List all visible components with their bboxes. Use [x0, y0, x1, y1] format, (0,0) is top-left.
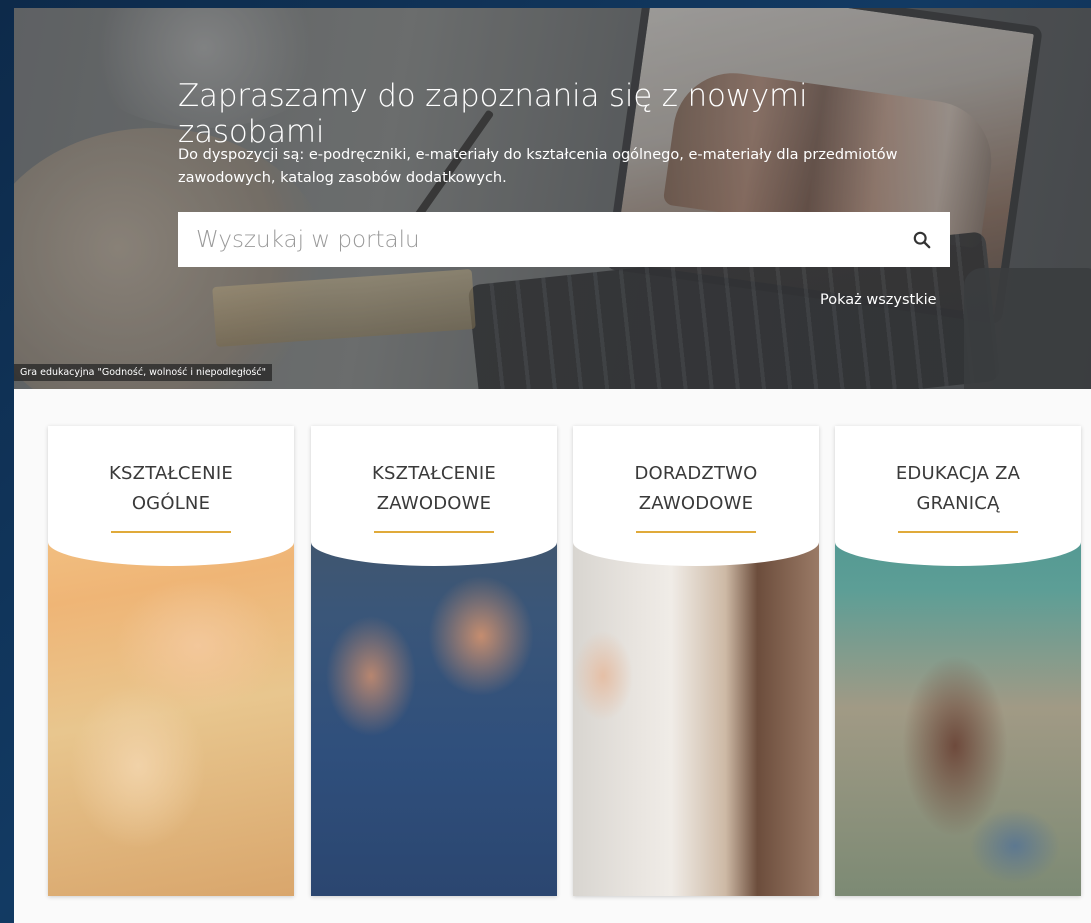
search-button[interactable] — [894, 212, 950, 267]
hero-subtitle: Do dyspozycji są: e-podręczniki, e-mater… — [178, 147, 898, 186]
card-education-abroad[interactable]: EDUKACJA ZA GRANICĄ — [835, 426, 1081, 896]
card-accent-line — [898, 531, 1018, 533]
card-title: EDUKACJA ZA GRANICĄ — [895, 463, 1021, 514]
hero-title: Zapraszamy do zapoznania się z nowymi za… — [178, 78, 808, 150]
card-career-counseling[interactable]: DORADZTWO ZAWODOWE — [573, 426, 819, 896]
search-box — [178, 212, 950, 267]
card-title: KSZTAŁCENIE OGÓLNE — [109, 463, 233, 514]
card-accent-line — [111, 531, 231, 533]
show-all-link[interactable]: Pokaż wszystkie — [820, 292, 937, 308]
card-general-education[interactable]: KSZTAŁCENIE OGÓLNE — [48, 426, 294, 896]
card-accent-line — [636, 531, 756, 533]
search-icon — [913, 231, 931, 248]
card-title: DORADZTWO ZAWODOWE — [634, 463, 758, 514]
search-input[interactable] — [178, 212, 894, 267]
image-caption: Gra edukacyjna "Godność, wolność i niepo… — [14, 364, 272, 381]
card-vocational-education[interactable]: KSZTAŁCENIE ZAWODOWE — [311, 426, 557, 896]
card-accent-line — [374, 531, 494, 533]
hero-banner: Zapraszamy do zapoznania się z nowymi za… — [14, 8, 1091, 389]
card-title: KSZTAŁCENIE ZAWODOWE — [372, 463, 496, 514]
portal-page: Zapraszamy do zapoznania się z nowymi za… — [14, 8, 1091, 923]
